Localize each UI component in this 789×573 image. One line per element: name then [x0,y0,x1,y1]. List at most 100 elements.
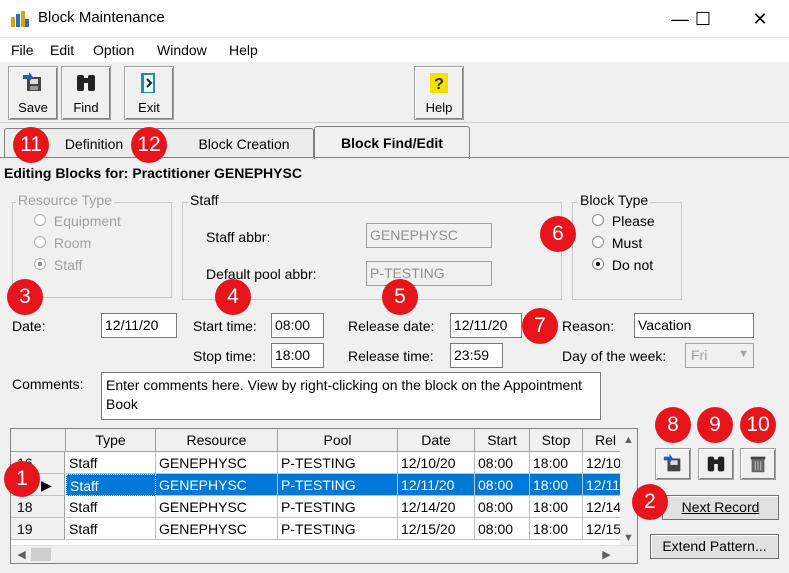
find-button[interactable]: Find [61,66,111,120]
save-record-button[interactable] [655,448,691,480]
find-record-button[interactable] [698,448,734,480]
col-header-type[interactable]: Type [66,429,156,452]
table-cell[interactable]: GENEPHYSC [156,452,278,474]
menu-option[interactable]: Option [93,42,134,58]
table-cell[interactable]: P-TESTING [278,518,398,540]
col-header-resource[interactable]: Resource [156,429,278,452]
stop-time-field[interactable]: 18:00 [271,343,324,368]
callout-badge-1: 1 [4,461,40,497]
binoculars-icon [77,75,95,91]
date-field[interactable]: 12/11/20 [101,313,177,338]
binoculars-icon [707,456,725,472]
release-date-field[interactable]: 12/11/20 [450,313,522,338]
menu-window[interactable]: Window [157,42,207,58]
table-cell[interactable]: Staff [66,496,156,518]
table-cell[interactable]: GENEPHYSC [156,518,278,540]
tab-block-find-edit[interactable]: Block Find/Edit [314,126,470,159]
reason-field[interactable]: Vacation [634,313,754,338]
row-header[interactable]: 19 [11,518,65,540]
table-cell[interactable]: Staff [66,518,156,540]
scroll-right-icon[interactable]: ▶ [598,546,615,563]
tab-block-creation[interactable]: Block Creation [154,128,314,158]
row-header[interactable]: 18 [11,496,65,518]
radio-room[interactable]: Room [34,235,91,251]
table-cell[interactable]: P-TESTING [278,496,398,518]
start-time-label: Start time: [193,318,257,334]
table-cell[interactable]: 12/10 [583,452,621,474]
table-cell-selected[interactable]: 08:00 [475,474,530,496]
table-cell[interactable]: 12/14/20 [398,496,475,518]
exit-button[interactable]: Exit [124,66,174,120]
scroll-up-icon[interactable]: ▲ [620,431,637,448]
extend-pattern-button[interactable]: Extend Pattern... [650,534,779,559]
scroll-thumb[interactable] [31,548,51,561]
radio-please-label: Please [611,213,655,229]
table-cell-selected[interactable]: 12/11/20 [398,474,475,496]
table-cell[interactable]: 08:00 [475,496,530,518]
reason-label: Reason: [562,318,615,334]
help-question-icon: ? [430,73,448,93]
radio-must[interactable]: Must [592,235,642,251]
tab-block-creation-label: Block Creation [198,135,290,152]
staff-abbr-label: Staff abbr: [206,229,271,245]
start-time-field[interactable]: 08:00 [271,313,324,338]
table-cell-selected[interactable]: Staff [66,474,156,496]
next-record-button[interactable]: Next Record [662,495,779,520]
table-cell[interactable]: Staff [66,452,156,474]
find-label: Find [73,100,99,115]
close-button[interactable]: ✕ [737,0,783,38]
col-header-pool[interactable]: Pool [278,429,398,452]
radio-staff[interactable]: Staff [34,257,82,273]
table-cell-selected[interactable]: 12/11 [583,474,621,496]
callout-badge-11: 11 [13,127,49,163]
menu-help[interactable]: Help [229,42,258,58]
menu-file[interactable]: File [11,42,34,58]
maximize-button[interactable]: ☐ [680,0,726,38]
callout-badge-12: 12 [131,127,167,163]
callout-badge-10: 10 [740,407,776,443]
scroll-down-icon[interactable]: ▼ [620,529,637,546]
radio-circle [592,214,604,226]
vertical-scrollbar[interactable]: ▲ ▼ [620,429,637,546]
col-header-start[interactable]: Start [475,429,530,452]
col-header-date[interactable]: Date [398,429,475,452]
default-pool-field[interactable]: P-TESTING [366,261,492,286]
table-cell[interactable]: 12/15/20 [398,518,475,540]
table-cell-selected[interactable]: GENEPHYSC [156,474,278,496]
radio-circle [34,236,46,248]
release-date-label: Release date: [348,318,435,334]
table-cell[interactable]: 12/14 [583,496,621,518]
help-button[interactable]: ? Help [414,66,464,120]
table-cell[interactable]: 08:00 [475,518,530,540]
table-cell[interactable]: 18:00 [530,518,583,540]
radio-do-not[interactable]: Do not [592,257,653,273]
table-cell-selected[interactable]: P-TESTING [278,474,398,496]
table-cell[interactable]: GENEPHYSC [156,496,278,518]
col-header-rel[interactable]: Rel [583,429,621,452]
comments-label: Comments: [12,376,84,392]
menu-edit[interactable]: Edit [50,42,74,58]
table-cell[interactable]: 08:00 [475,452,530,474]
radio-do-not-label: Do not [611,257,654,273]
table-cell[interactable]: 12/15 [583,518,621,540]
horizontal-scrollbar[interactable]: ◀ ▶ [11,545,637,563]
table-cell-selected[interactable]: 18:00 [530,474,583,496]
radio-equipment[interactable]: Equipment [34,213,121,229]
save-button[interactable]: Save [8,66,58,120]
col-header-stop[interactable]: Stop [530,429,583,452]
table-cell[interactable]: P-TESTING [278,452,398,474]
table-cell[interactable]: 18:00 [530,496,583,518]
blocks-grid: Type Resource Pool Date Start Stop Rel 1… [10,428,638,564]
radio-please[interactable]: Please [592,213,655,229]
day-of-week-select[interactable]: Fri ▼ [685,343,754,368]
delete-record-button[interactable] [740,448,776,480]
stop-time-label: Stop time: [193,348,257,364]
release-time-field[interactable]: 23:59 [450,343,503,368]
staff-abbr-field[interactable]: GENEPHYSC [366,223,492,248]
scroll-left-icon[interactable]: ◀ [13,546,30,563]
table-cell[interactable]: 12/10/20 [398,452,475,474]
day-of-week-label: Day of the week: [562,348,667,364]
release-time-label: Release time: [348,348,434,364]
table-cell[interactable]: 18:00 [530,452,583,474]
comments-textarea[interactable]: Enter comments here. View by right-click… [101,372,601,420]
